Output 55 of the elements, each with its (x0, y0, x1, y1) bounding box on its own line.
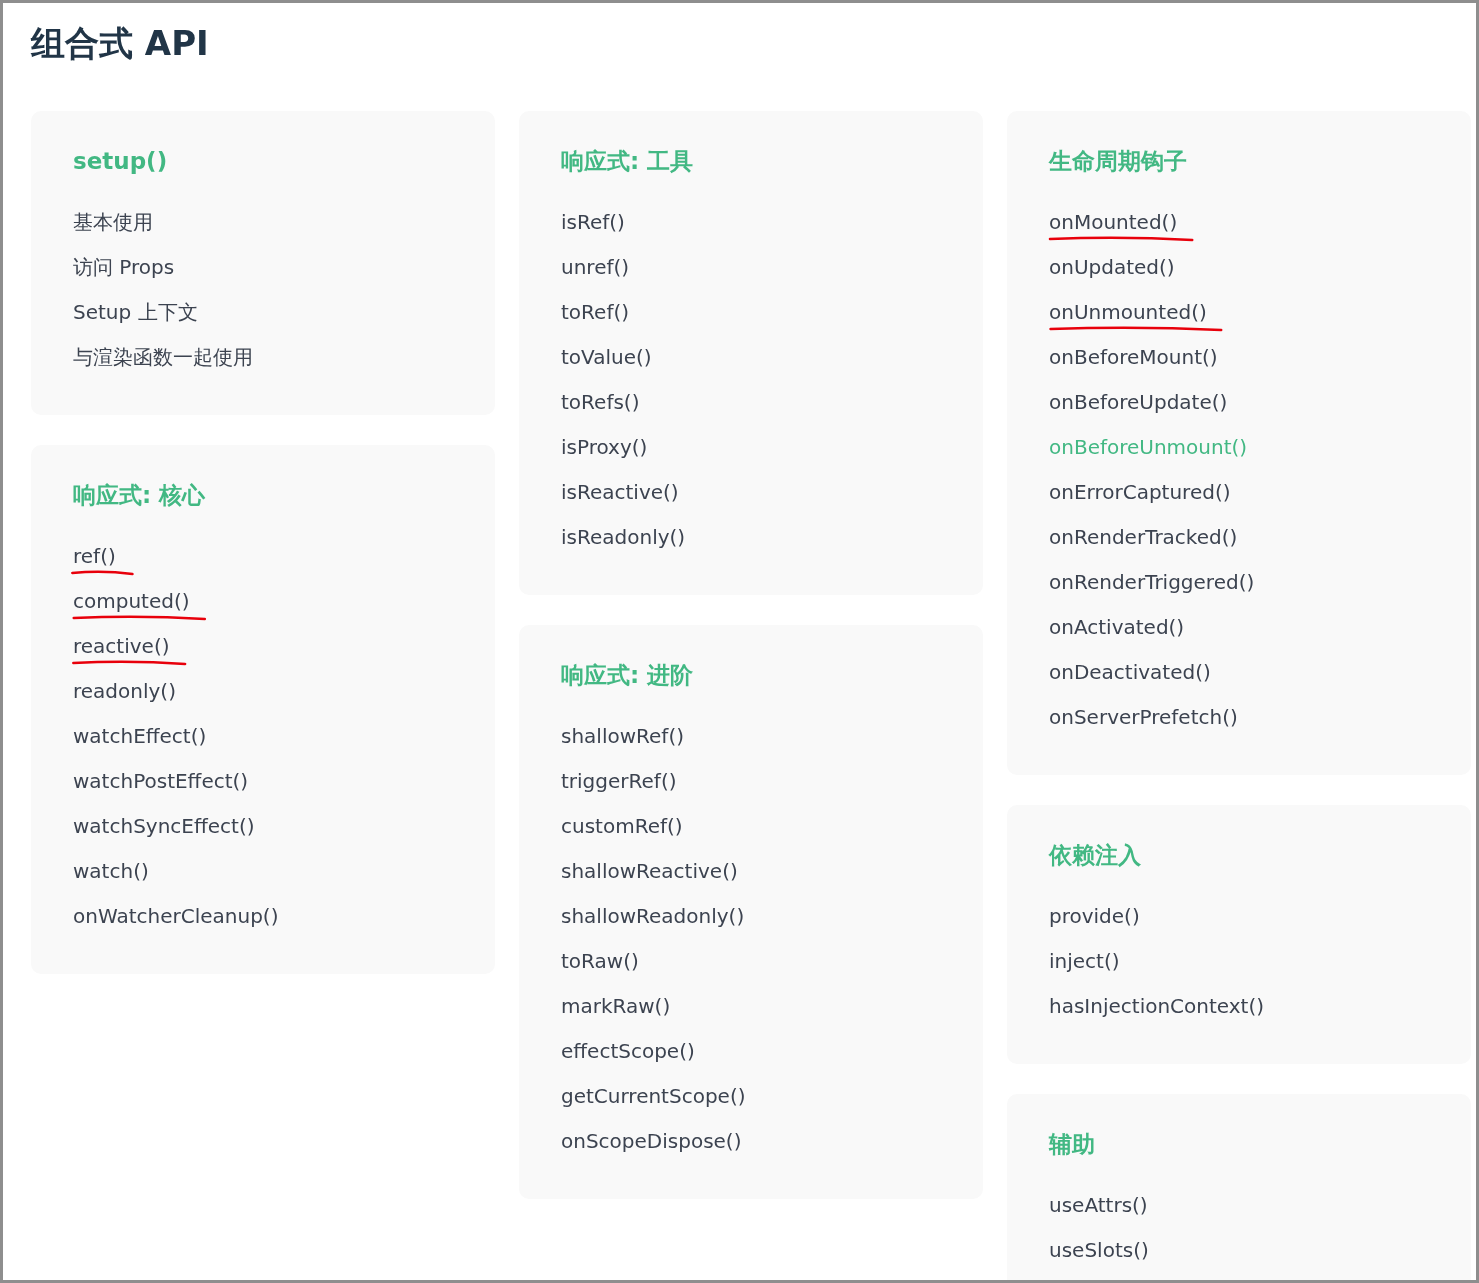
card-title: 辅助 (1049, 1130, 1096, 1159)
api-link[interactable]: customRef() (561, 813, 683, 839)
card-title: setup() (73, 147, 169, 176)
api-link[interactable]: markRaw() (561, 993, 671, 1019)
api-link[interactable]: onBeforeUpdate() (1049, 389, 1228, 415)
api-link[interactable]: provide() (1049, 903, 1140, 929)
api-link[interactable]: onWatcherCleanup() (73, 903, 279, 929)
api-link[interactable]: onServerPrefetch() (1049, 704, 1238, 730)
api-link[interactable]: onScopeDispose() (561, 1128, 742, 1154)
api-link[interactable]: onActivated() (1049, 614, 1185, 640)
api-link[interactable]: onMounted() (1049, 209, 1178, 235)
api-link[interactable]: shallowReactive() (561, 858, 738, 884)
card-title: 响应式: 核心 (73, 481, 207, 510)
api-link[interactable]: getCurrentScope() (561, 1083, 746, 1109)
api-link[interactable]: Setup 上下文 (73, 299, 198, 325)
page-title: 组合式 API (31, 22, 210, 65)
api-link[interactable]: onRenderTracked() (1049, 524, 1238, 550)
api-link[interactable]: onBeforeMount() (1049, 344, 1218, 370)
api-link[interactable]: triggerRef() (561, 768, 677, 794)
card-title: 响应式: 进阶 (561, 661, 695, 690)
api-link[interactable]: watch() (73, 858, 149, 884)
api-link[interactable]: unref() (561, 254, 630, 280)
api-link[interactable]: isProxy() (561, 434, 648, 460)
api-link[interactable]: isReactive() (561, 479, 679, 505)
api-link[interactable]: shallowReadonly() (561, 903, 745, 929)
api-link[interactable]: readonly() (73, 678, 176, 704)
api-link[interactable]: toValue() (561, 344, 652, 370)
api-link[interactable]: 基本使用 (73, 209, 153, 235)
api-link[interactable]: inject() (1049, 948, 1120, 974)
api-link[interactable]: effectScope() (561, 1038, 695, 1064)
api-link[interactable]: onDeactivated() (1049, 659, 1211, 685)
api-link[interactable]: useAttrs() (1049, 1192, 1148, 1218)
api-link[interactable]: watchSyncEffect() (73, 813, 255, 839)
api-link[interactable]: computed() (73, 588, 190, 614)
api-link[interactable]: onRenderTriggered() (1049, 569, 1255, 595)
api-link[interactable]: isRef() (561, 209, 625, 235)
card-title: 依赖注入 (1049, 841, 1142, 870)
api-link[interactable]: 与渲染函数一起使用 (73, 344, 253, 370)
card-title: 响应式: 工具 (561, 147, 695, 176)
api-link[interactable]: isReadonly() (561, 524, 686, 550)
api-link[interactable]: useSlots() (1049, 1237, 1149, 1263)
api-link[interactable]: onUnmounted() (1049, 299, 1207, 325)
api-link[interactable]: hasInjectionContext() (1049, 993, 1265, 1019)
api-link[interactable]: toRaw() (561, 948, 639, 974)
api-link[interactable]: toRef() (561, 299, 630, 325)
api-link[interactable]: 访问 Props (73, 254, 175, 280)
api-link[interactable]: watchEffect() (73, 723, 207, 749)
card-title: 生命周期钩子 (1049, 147, 1188, 176)
api-link[interactable]: reactive() (73, 633, 170, 659)
api-link[interactable]: shallowRef() (561, 723, 684, 749)
api-link[interactable]: onErrorCaptured() (1049, 479, 1231, 505)
api-link[interactable]: watchPostEffect() (73, 768, 249, 794)
api-link[interactable]: onUpdated() (1049, 254, 1175, 280)
api-link[interactable]: toRefs() (561, 389, 640, 415)
api-link[interactable]: ref() (73, 543, 116, 569)
